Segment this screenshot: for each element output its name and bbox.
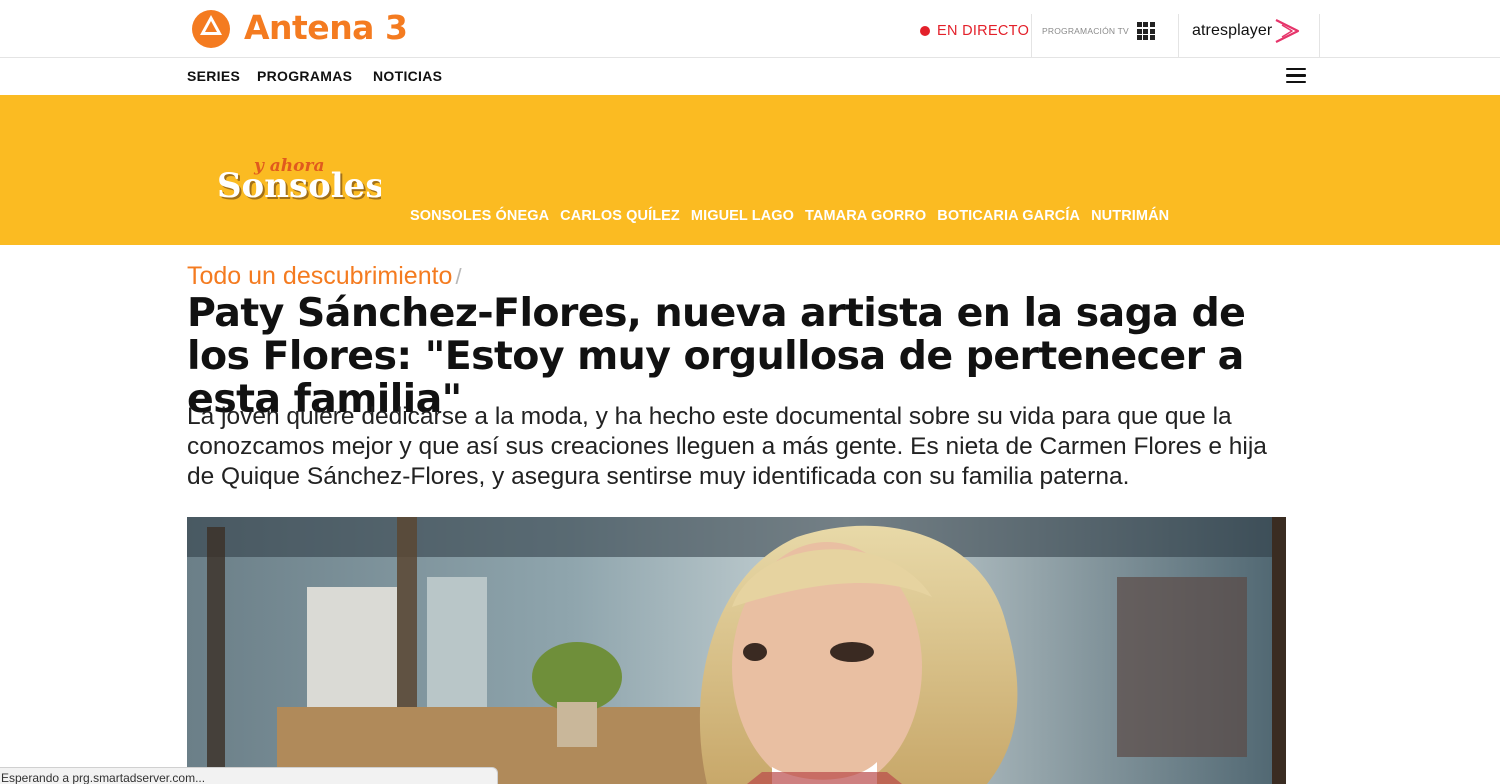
show-link-tamara-gorro[interactable]: TAMARA GORRO [805, 208, 926, 224]
show-link-sonsoles-onega[interactable]: SONSOLES ÓNEGA [410, 208, 549, 224]
kicker-text: Todo un descubrimiento [187, 262, 453, 290]
browser-status-bar: Esperando a prg.smartadserver.com... [0, 767, 498, 784]
show-link-miguel-lago[interactable]: MIGUEL LAGO [691, 208, 794, 224]
hamburger-menu-icon[interactable] [1286, 68, 1306, 84]
show-link-nutriman[interactable]: NUTRIMÁN [1091, 208, 1169, 224]
atresplayer-link[interactable]: atresplayer [1192, 16, 1302, 46]
programacion-tv-label: PROGRAMACIÓN TV [1042, 26, 1129, 36]
article-lead: La joven quiere dedicarse a la moda, y h… [187, 403, 1267, 490]
live-label: EN DIRECTO [937, 23, 1030, 39]
brand-name: Antena 3 [244, 7, 408, 47]
divider [1178, 14, 1179, 58]
show-banner: y ahora Sonsoles Sonsoles SONSOLES ÓNEGA… [0, 95, 1500, 245]
antena3-logo[interactable]: Antena 3 [186, 4, 408, 50]
video-still-image [187, 517, 1286, 784]
atresplayer-play-icon [1275, 19, 1300, 43]
programacion-tv-link[interactable]: PROGRAMACIÓN TV [1042, 20, 1155, 42]
svg-text:Sonsoles: Sonsoles [217, 166, 381, 206]
show-link-boticaria-garcia[interactable]: BOTICARIA GARCÍA [937, 208, 1080, 224]
main-nav: SERIES PROGRAMAS NOTICIAS [0, 58, 1500, 95]
live-dot-icon [920, 26, 930, 36]
kicker-separator: / [455, 264, 462, 289]
nav-item-programas[interactable]: PROGRAMAS [257, 68, 352, 84]
show-logo[interactable]: y ahora Sonsoles Sonsoles [216, 149, 381, 207]
live-link[interactable]: EN DIRECTO [920, 20, 1029, 42]
nav-item-noticias[interactable]: NOTICIAS [373, 68, 442, 84]
nav-item-series[interactable]: SERIES [187, 68, 240, 84]
grid-icon [1136, 22, 1155, 40]
show-link-carlos-quilez[interactable]: CARLOS QUÍLEZ [560, 208, 680, 224]
antena3-logo-icon [192, 10, 230, 48]
divider [1031, 14, 1032, 58]
article-video-thumbnail[interactable] [187, 517, 1286, 784]
site-header: Antena 3 EN DIRECTO PROGRAMACIÓN TV atre… [0, 0, 1500, 58]
article-kicker[interactable]: Todo un descubrimiento / [187, 262, 462, 291]
divider [1319, 14, 1320, 58]
show-nav: SONSOLES ÓNEGA CARLOS QUÍLEZ MIGUEL LAGO… [410, 208, 1180, 224]
atresplayer-label: atresplayer [1192, 22, 1273, 39]
